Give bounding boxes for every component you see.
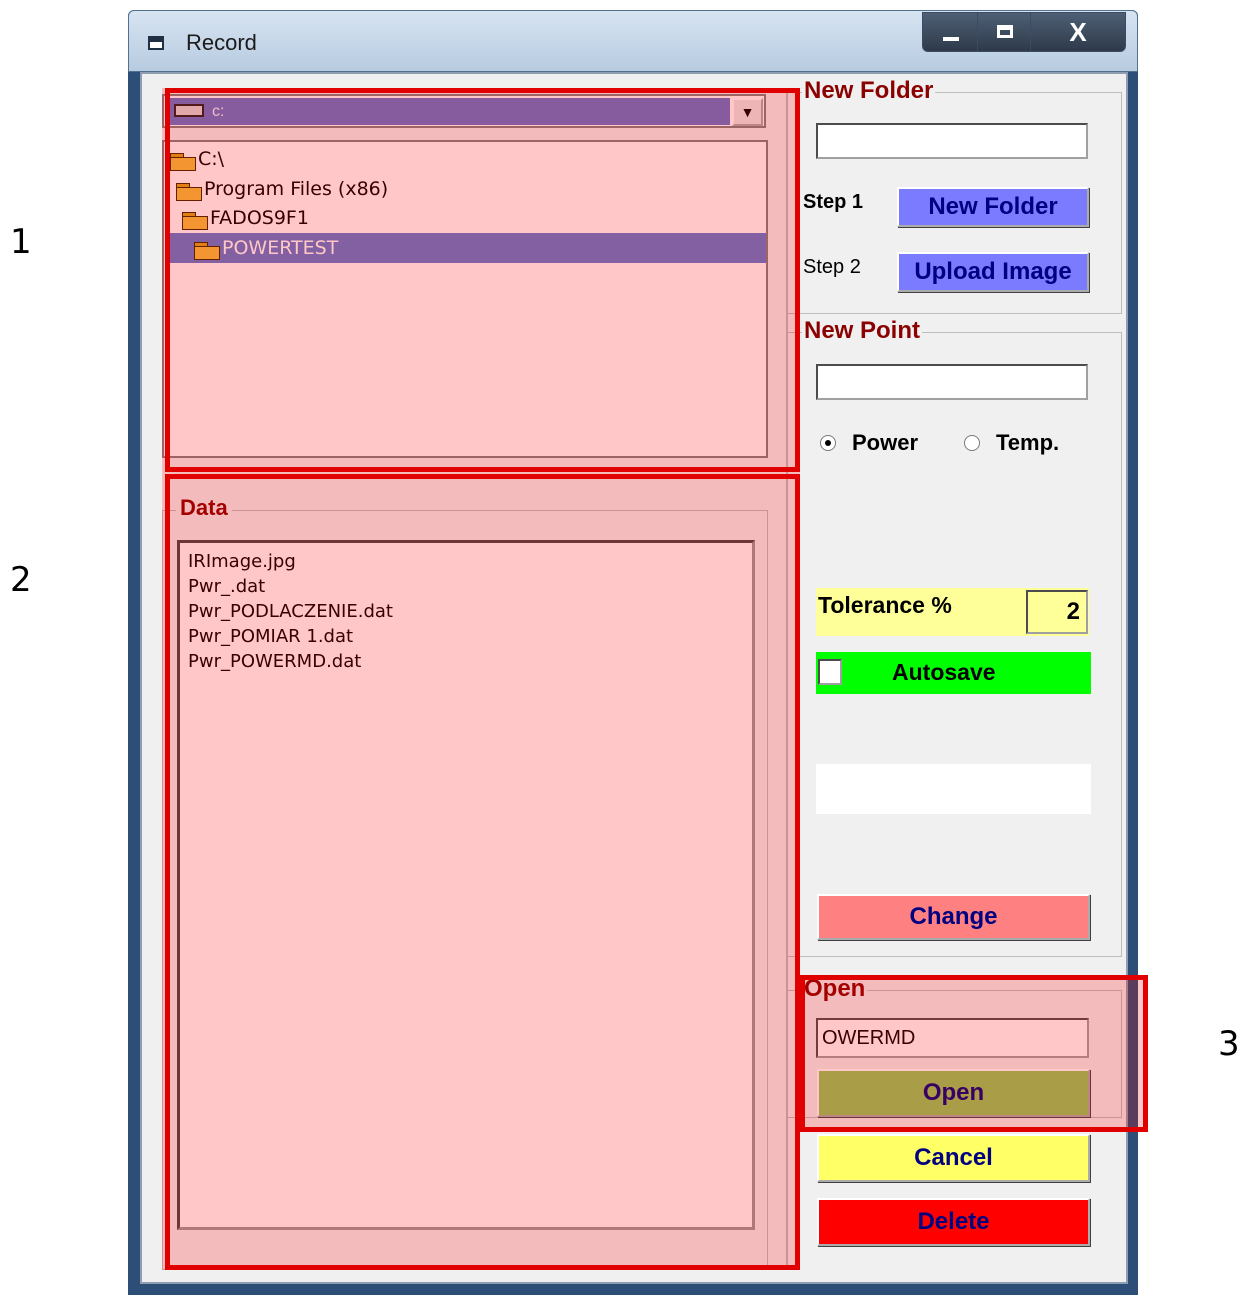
minimize-button[interactable] (922, 12, 978, 52)
upload-image-button[interactable]: Upload Image (897, 252, 1089, 292)
new-folder-button[interactable]: New Folder (897, 187, 1089, 227)
temp-label: Temp. (996, 430, 1060, 455)
cancel-button[interactable]: Cancel (817, 1134, 1090, 1182)
delete-button[interactable]: Delete (817, 1198, 1090, 1246)
step1-label: Step 1 (803, 191, 864, 213)
maximize-button[interactable] (977, 12, 1031, 52)
annotation-box-1 (165, 88, 800, 472)
close-button[interactable]: X (1030, 12, 1126, 52)
annotation-marker-2: 2 (10, 560, 32, 600)
new-point-group (786, 332, 1122, 957)
new-point-legend: New Point (802, 317, 923, 345)
annotation-box-3 (800, 975, 1148, 1132)
step2-label: Step 2 (803, 256, 861, 278)
temp-radio[interactable] (964, 435, 980, 451)
tolerance-label: Tolerance % (818, 592, 952, 618)
minimize-icon (943, 37, 959, 41)
window-title: Record (186, 30, 257, 55)
close-icon: X (1069, 17, 1087, 47)
maximize-icon (997, 25, 1013, 38)
power-radio[interactable] (820, 435, 836, 451)
new-point-input[interactable] (816, 364, 1088, 400)
autosave-label: Autosave (892, 659, 996, 685)
annotation-marker-1: 1 (10, 222, 32, 262)
change-button[interactable]: Change (817, 894, 1090, 940)
tolerance-input[interactable]: 2 (1026, 590, 1088, 634)
new-folder-input[interactable] (816, 123, 1088, 159)
app-icon (148, 36, 164, 50)
autosave-checkbox[interactable] (818, 659, 842, 685)
annotation-box-2 (165, 474, 800, 1270)
annotation-marker-3: 3 (1218, 1024, 1240, 1064)
power-label: Power (852, 430, 919, 455)
status-box (816, 764, 1091, 814)
new-folder-legend: New Folder (802, 77, 936, 105)
